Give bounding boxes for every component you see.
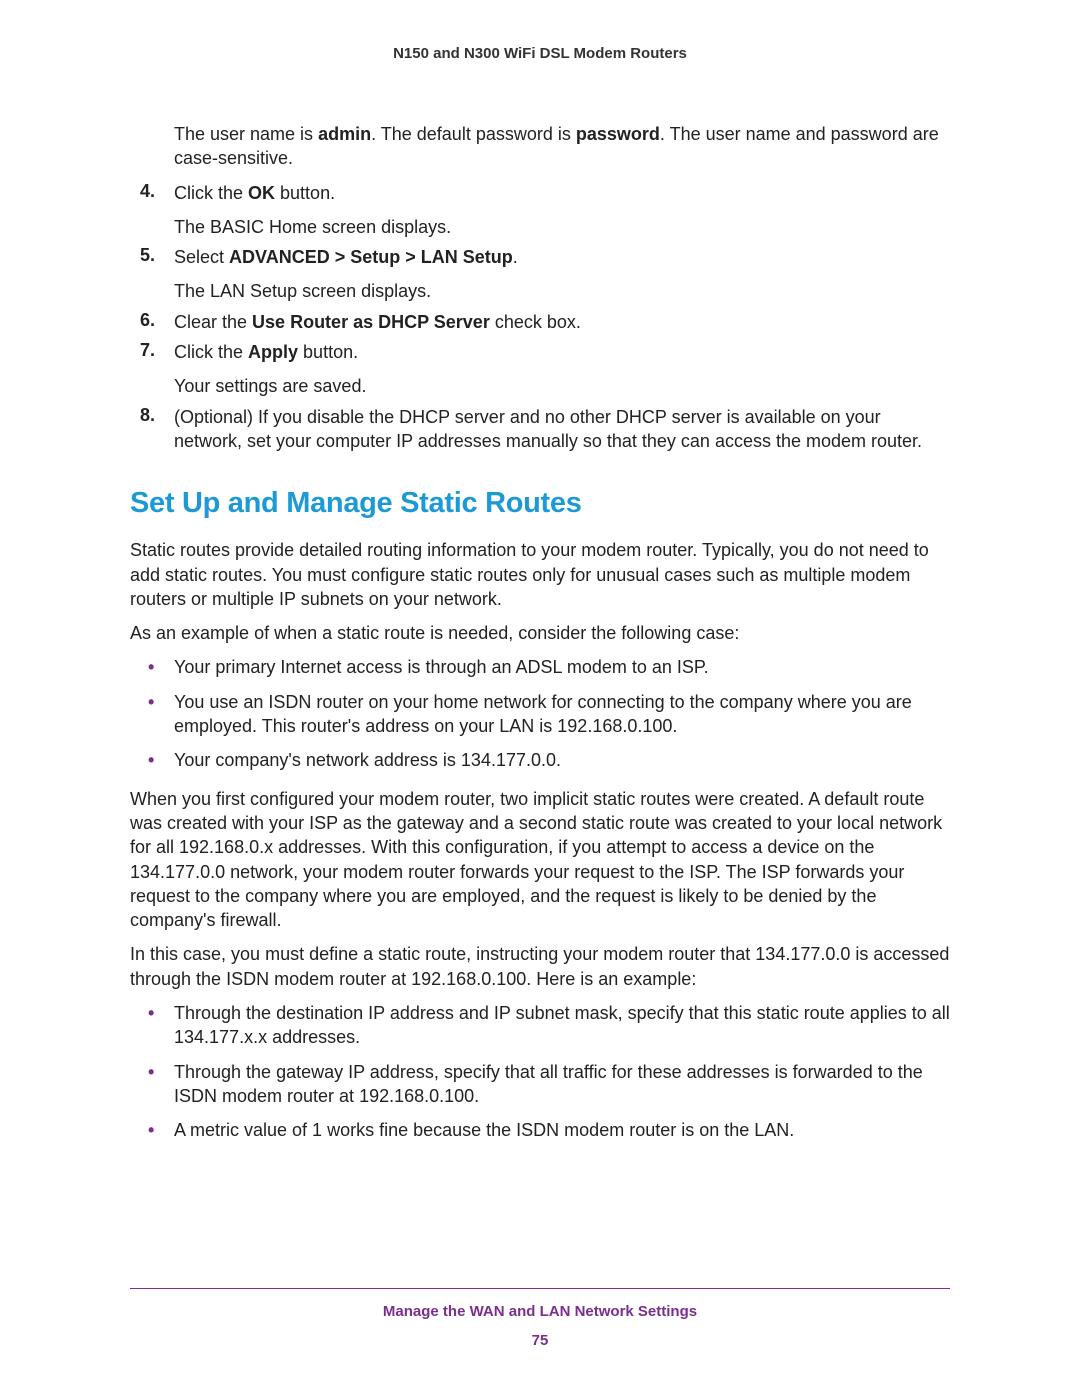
step-7: Click the Apply button. Your settings ar… xyxy=(130,340,950,399)
page: N150 and N300 WiFi DSL Modem Routers The… xyxy=(0,0,1080,1397)
text: button. xyxy=(298,342,358,362)
intro-paragraph: The user name is admin. The default pass… xyxy=(174,122,950,171)
text: . The default password is xyxy=(371,124,576,144)
text: Select xyxy=(174,247,229,267)
step-4: Click the OK button. The BASIC Home scre… xyxy=(130,181,950,240)
step-5: Select ADVANCED > Setup > LAN Setup. The… xyxy=(130,245,950,304)
text: Clear the xyxy=(174,312,252,332)
page-footer: Manage the WAN and LAN Network Settings … xyxy=(130,1288,950,1349)
ok-bold: OK xyxy=(248,183,275,203)
config-bullet-1: Through the destination IP address and I… xyxy=(130,1001,950,1050)
admin-bold: admin xyxy=(318,124,371,144)
implicit-routes-para: When you first configured your modem rou… xyxy=(130,787,950,933)
config-bullet-2: Through the gateway IP address, specify … xyxy=(130,1060,950,1109)
bullet-2: You use an ISDN router on your home netw… xyxy=(130,690,950,739)
text: button. xyxy=(275,183,335,203)
step-7-sub: Your settings are saved. xyxy=(174,374,950,398)
config-bullets: Through the destination IP address and I… xyxy=(130,1001,950,1142)
footer-rule xyxy=(130,1288,950,1289)
running-header: N150 and N300 WiFi DSL Modem Routers xyxy=(130,45,950,62)
static-routes-intro: Static routes provide detailed routing i… xyxy=(130,538,950,611)
text: Click the xyxy=(174,342,248,362)
example-bullets: Your primary Internet access is through … xyxy=(130,655,950,772)
step-8-text: (Optional) If you disable the DHCP serve… xyxy=(174,405,950,454)
password-bold: password xyxy=(576,124,660,144)
step-6: Clear the Use Router as DHCP Server chec… xyxy=(130,310,950,334)
footer-section-title: Manage the WAN and LAN Network Settings xyxy=(130,1303,950,1320)
footer-page-number: 75 xyxy=(130,1332,950,1349)
step-8: (Optional) If you disable the DHCP serve… xyxy=(130,405,950,454)
nav-path-bold: ADVANCED > Setup > LAN Setup xyxy=(229,247,513,267)
config-bullet-3: A metric value of 1 works fine because t… xyxy=(130,1118,950,1142)
apply-bold: Apply xyxy=(248,342,298,362)
step-4-sub: The BASIC Home screen displays. xyxy=(174,215,950,239)
text: check box. xyxy=(490,312,581,332)
define-route-para: In this case, you must define a static r… xyxy=(130,942,950,991)
step-5-sub: The LAN Setup screen displays. xyxy=(174,279,950,303)
dhcp-bold: Use Router as DHCP Server xyxy=(252,312,490,332)
example-lead: As an example of when a static route is … xyxy=(130,621,950,645)
text: Click the xyxy=(174,183,248,203)
numbered-steps: Click the OK button. The BASIC Home scre… xyxy=(130,181,950,454)
bullet-1: Your primary Internet access is through … xyxy=(130,655,950,679)
bullet-3: Your company's network address is 134.17… xyxy=(130,748,950,772)
text: . xyxy=(513,247,518,267)
text: The user name is xyxy=(174,124,318,144)
section-heading: Set Up and Manage Static Routes xyxy=(130,487,950,520)
